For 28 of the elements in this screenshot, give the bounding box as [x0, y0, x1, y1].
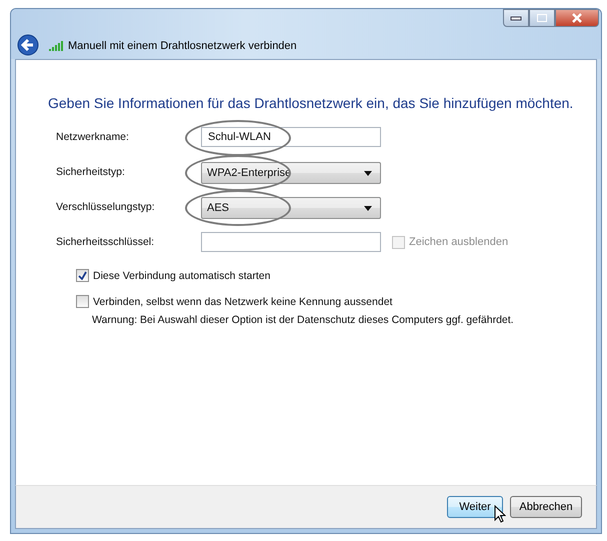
close-button[interactable]: [555, 9, 599, 27]
cancel-button[interactable]: Abbrechen: [510, 496, 582, 518]
input-field[interactable]: [201, 232, 381, 252]
field-label: Sicherheitstyp:: [56, 166, 126, 178]
input-field[interactable]: Schul-WLAN: [201, 127, 381, 147]
checkbox-label: Verbinden, selbst wenn das Netzwerk keine Kennung aussendet: [93, 296, 392, 308]
dropdown[interactable]: AES: [201, 197, 381, 219]
minimize-icon: [510, 15, 522, 21]
minimize-button[interactable]: [503, 9, 529, 27]
checkbox[interactable]: [76, 269, 89, 282]
close-icon: [571, 13, 583, 23]
signal-bars-icon: [49, 41, 63, 51]
maximize-icon: [536, 13, 548, 23]
checkbox-label: Diese Verbindung automatisch starten: [93, 270, 270, 282]
mouse-pointer-icon: [494, 505, 506, 523]
dropdown-arrow-icon: [364, 170, 372, 176]
instruction-heading: Geben Sie Informationen für das Drahtlosnetzwerk ein, das Sie hinzufügen möchten.: [48, 94, 574, 112]
checkbox[interactable]: [76, 295, 89, 308]
field-label: Sicherheitsschlüssel:: [56, 236, 156, 248]
back-button[interactable]: [17, 34, 41, 58]
warning-text: Warnung: Bei Auswahl dieser Option ist der Datenschutz dieses Computers ggf. gefährdet.: [92, 314, 515, 326]
field-label: Verschlüsselungstyp:: [56, 201, 156, 213]
checkbox-label: Zeichen ausblenden: [409, 236, 508, 248]
field-label: Netzwerkname:: [56, 131, 130, 143]
dropdown-arrow-icon: [364, 206, 372, 210]
dropdown[interactable]: WPA2-Enterprise: [201, 162, 381, 184]
window-title: Manuell mit einem Drahtlosnetzwerk verbinden: [68, 40, 297, 52]
maximize-button[interactable]: [529, 9, 555, 27]
